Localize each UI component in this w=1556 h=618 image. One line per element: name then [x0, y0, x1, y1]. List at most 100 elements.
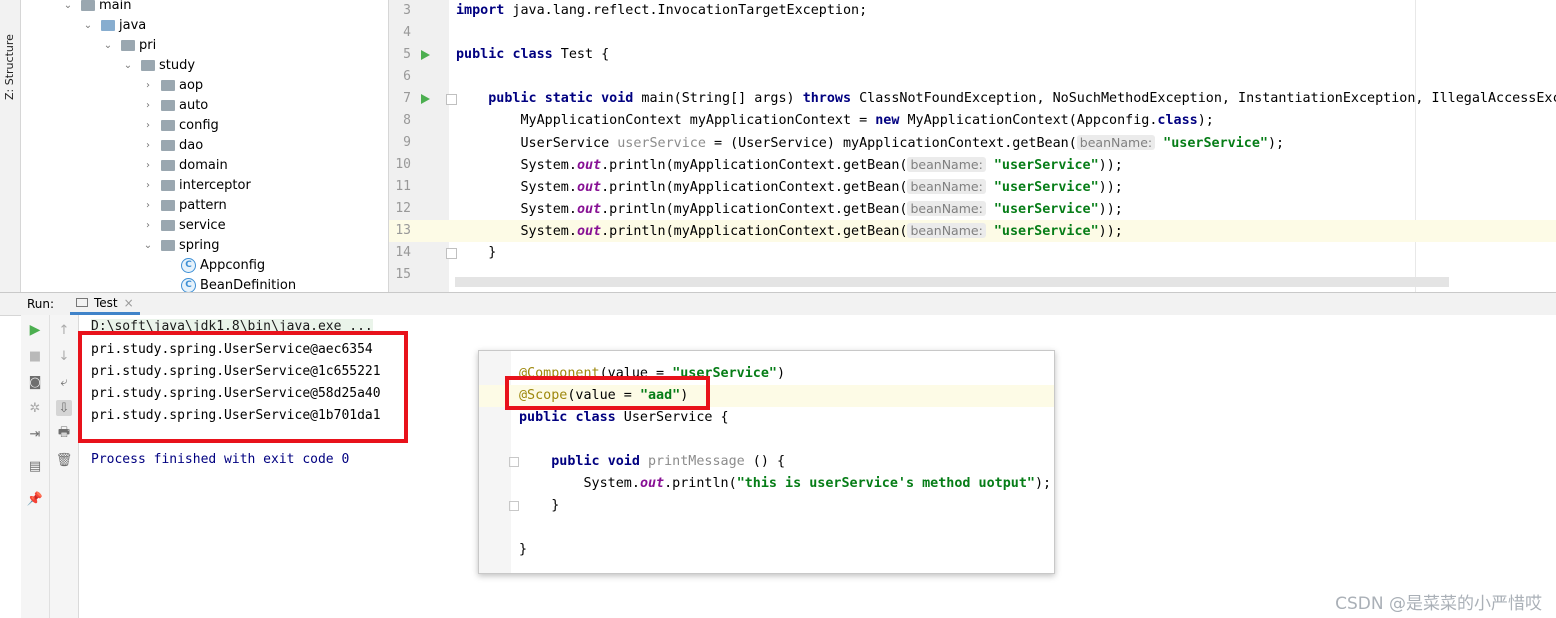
- keyword: import: [456, 3, 505, 18]
- code-text: MyApplicationContext myApplicationContex…: [520, 113, 876, 128]
- chevron-right-icon[interactable]: ›: [141, 140, 155, 151]
- print-icon[interactable]: 🖶: [56, 425, 72, 442]
- keyword: public: [551, 454, 600, 469]
- chevron-right-icon[interactable]: ›: [141, 200, 155, 211]
- code-text: ));: [1098, 158, 1123, 173]
- line-number: 7: [403, 91, 411, 106]
- chevron-down-icon[interactable]: ⌄: [81, 20, 95, 31]
- code-text: java.lang.reflect.InvocationTargetExcept…: [504, 3, 868, 18]
- class-icon: C: [181, 277, 196, 292]
- keyword: throws: [802, 91, 852, 106]
- string-literal: "this is userService's method uotput": [736, 476, 1035, 491]
- tree-item[interactable]: C BeanDefinition: [161, 275, 296, 292]
- package-icon: [161, 159, 175, 171]
- code-text: System.: [520, 224, 577, 239]
- code-line[interactable]: 9 UserService userService = (UserService…: [389, 132, 1556, 154]
- structure-tool-label[interactable]: Z: Structure: [3, 34, 16, 100]
- trash-icon[interactable]: 🗑: [56, 452, 73, 468]
- editor-horizontal-scrollbar[interactable]: [455, 277, 1449, 287]
- code-text: UserService: [520, 136, 618, 151]
- tree-item-label: auto: [179, 97, 209, 113]
- scroll-to-end-icon[interactable]: ⇩: [56, 400, 72, 416]
- tree-item[interactable]: ⌄ main: [61, 0, 131, 15]
- tree-item[interactable]: › interceptor: [141, 175, 251, 195]
- keyword: void: [601, 91, 634, 106]
- package-icon: [161, 239, 175, 251]
- tree-item[interactable]: › pattern: [141, 195, 227, 215]
- string-literal: "userService": [993, 158, 1099, 173]
- run-class-icon[interactable]: [421, 50, 430, 60]
- tree-item[interactable]: ⌄ study: [121, 55, 195, 75]
- code-line[interactable]: 12 System.out.println(myApplicationConte…: [389, 198, 1556, 220]
- stop-icon[interactable]: ■: [27, 348, 43, 364]
- layout-icon[interactable]: ▤: [27, 458, 43, 474]
- chevron-down-icon[interactable]: ⌄: [121, 60, 135, 71]
- chevron-down-icon[interactable]: ⌄: [141, 240, 155, 251]
- chevron-down-icon[interactable]: ⌄: [101, 40, 115, 51]
- tree-item[interactable]: › config: [141, 115, 219, 135]
- code-editor[interactable]: 3 import java.lang.reflect.InvocationTar…: [388, 0, 1556, 292]
- tab-test[interactable]: Test ×: [70, 293, 140, 315]
- chevron-down-icon[interactable]: ⌄: [61, 0, 75, 11]
- console-icon: [76, 298, 88, 307]
- close-tab-button[interactable]: ×: [124, 296, 134, 310]
- highlight-box-outputs: [78, 331, 408, 443]
- tree-item[interactable]: ⌄ java: [81, 15, 146, 35]
- tree-item[interactable]: › dao: [141, 135, 203, 155]
- line-number: 8: [403, 113, 411, 128]
- code-line[interactable]: 7 public static void main(String[] args)…: [389, 88, 1556, 110]
- unused-variable: userService: [617, 136, 706, 151]
- chevron-right-icon[interactable]: ›: [141, 120, 155, 131]
- tree-item-label: aop: [179, 77, 204, 93]
- up-arrow-icon[interactable]: ↑: [56, 322, 72, 338]
- settings-icon[interactable]: ✲: [27, 400, 43, 416]
- tree-item[interactable]: ⌄ pri: [101, 35, 156, 55]
- package-icon: [161, 99, 175, 111]
- line-number: 12: [395, 201, 411, 216]
- rerun-icon[interactable]: ▶: [27, 322, 43, 338]
- parameter-hint: beanName:: [1076, 135, 1156, 150]
- code-line[interactable]: 8 MyApplicationContext myApplicationCont…: [389, 110, 1556, 132]
- tree-item[interactable]: › aop: [141, 75, 203, 95]
- tree-item[interactable]: ⌄ spring: [141, 235, 220, 255]
- line-number: 15: [395, 267, 411, 282]
- code-text: }: [519, 542, 528, 557]
- down-arrow-icon[interactable]: ↓: [56, 348, 72, 364]
- tree-item[interactable]: C Appconfig: [161, 255, 265, 275]
- chevron-right-icon[interactable]: ›: [141, 180, 155, 191]
- structure-tool-strip[interactable]: Z: Structure: [0, 0, 21, 292]
- pin-icon[interactable]: 📌: [27, 491, 43, 507]
- code-line[interactable]: 10 System.out.println(myApplicationConte…: [389, 154, 1556, 176]
- code-text: System.: [520, 202, 577, 217]
- code-line[interactable]: 4: [389, 22, 1556, 44]
- tree-item[interactable]: › service: [141, 215, 226, 235]
- project-tree[interactable]: ⌄ main ⌄ java ⌄ pri ⌄ study › aop › auto › config › dao…: [21, 0, 387, 292]
- code-line[interactable]: 6: [389, 66, 1556, 88]
- soft-wrap-icon[interactable]: ⤶: [56, 374, 72, 390]
- code-line[interactable]: 5 public class Test {: [389, 44, 1556, 66]
- code-line[interactable]: 3 import java.lang.reflect.InvocationTar…: [389, 0, 1556, 22]
- code-line-current[interactable]: 13 System.out.println(myApplicationConte…: [389, 220, 1556, 242]
- code-line[interactable]: 14 }: [389, 242, 1556, 264]
- camera-icon[interactable]: ◙: [27, 374, 43, 390]
- code-line[interactable]: 11 System.out.println(myApplicationConte…: [389, 176, 1556, 198]
- tree-item[interactable]: › auto: [141, 95, 208, 115]
- package-icon: [161, 79, 175, 91]
- code-text: main(String[] args): [633, 91, 803, 106]
- tree-item-label: main: [99, 0, 132, 13]
- chevron-right-icon[interactable]: ›: [141, 160, 155, 171]
- chevron-right-icon[interactable]: ›: [141, 100, 155, 111]
- tree-item-label: domain: [179, 157, 228, 173]
- package-icon: [161, 199, 175, 211]
- line-number: 10: [395, 157, 411, 172]
- class-icon: C: [181, 257, 196, 273]
- tree-item[interactable]: › domain: [141, 155, 228, 175]
- tree-item-label: pattern: [179, 197, 227, 213]
- code-text: ): [777, 366, 786, 381]
- run-label: Run:: [27, 297, 55, 311]
- run-method-icon[interactable]: [421, 94, 430, 104]
- chevron-right-icon[interactable]: ›: [141, 80, 155, 91]
- chevron-right-icon[interactable]: ›: [141, 220, 155, 231]
- package-icon: [141, 59, 155, 71]
- exit-icon[interactable]: ⇥: [27, 426, 43, 442]
